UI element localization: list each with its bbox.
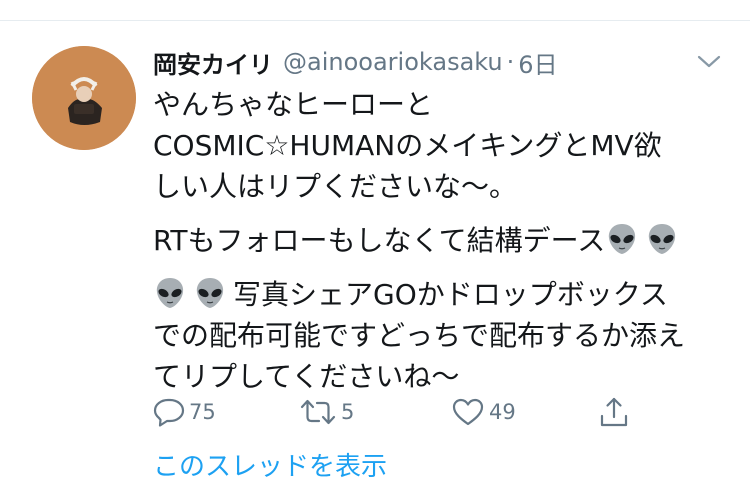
separator-dot: ·	[506, 48, 515, 76]
tweet-line: しい人はリプくださいな〜。	[153, 170, 518, 203]
reply-button[interactable]: 75	[153, 396, 216, 428]
share-icon	[599, 396, 629, 428]
tweet-header: 岡安カイリ @ainooariokasaku · 6日	[153, 44, 558, 80]
tweet-line: COSMIC☆HUMANのメイキングとMV欲	[153, 129, 662, 162]
reply-icon	[153, 397, 185, 427]
alien-emoji-group	[605, 222, 685, 256]
alien-emoji	[605, 222, 639, 256]
tweet-line: てリプしてくださいね〜	[153, 360, 460, 393]
tweet-actions: 75 5 49	[153, 396, 643, 428]
caret-down-icon[interactable]	[696, 50, 722, 72]
timestamp[interactable]: 6日	[518, 45, 557, 80]
alien-emoji	[153, 276, 187, 310]
tweet-line-text: RTもフォローもしなくて結構デース	[153, 224, 606, 257]
retweet-button[interactable]: 5	[299, 396, 354, 428]
tweet-line: 写真シェアGOかドロップボックス	[153, 274, 733, 315]
tweet-line-text: 写真シェアGOかドロップボックス	[233, 278, 668, 311]
display-name[interactable]: 岡安カイリ	[153, 45, 273, 80]
retweet-icon	[299, 397, 337, 427]
tweet-text: やんちゃなヒーローと COSMIC☆HUMANのメイキングとMV欲 しい人はリプ…	[153, 84, 733, 397]
show-thread-link[interactable]: このスレッドを表示	[153, 446, 387, 483]
tweet-paragraph: やんちゃなヒーローと COSMIC☆HUMANのメイキングとMV欲 しい人はリプ…	[153, 84, 733, 207]
user-handle[interactable]: @ainooariokasaku	[283, 48, 503, 76]
retweet-count: 5	[341, 400, 355, 424]
tweet-line: での配布可能ですどっちで配布するか添え	[153, 319, 686, 352]
tweet-line: RTもフォローもしなくて結構デース	[153, 220, 733, 261]
like-count: 49	[489, 400, 516, 424]
like-icon	[451, 397, 485, 427]
alien-emoji	[645, 222, 679, 256]
share-button[interactable]	[599, 396, 629, 428]
alien-emoji	[193, 276, 227, 310]
tweet-paragraph: 写真シェアGOかドロップボックス での配布可能ですどっちで配布するか添え てリプ…	[153, 274, 733, 397]
alien-emoji-group	[153, 276, 233, 310]
tweet-line: やんちゃなヒーローと	[153, 88, 434, 121]
top-divider	[0, 20, 750, 21]
avatar[interactable]	[32, 46, 136, 150]
reply-count: 75	[189, 400, 216, 424]
tweet-paragraph: RTもフォローもしなくて結構デース	[153, 220, 733, 261]
like-button[interactable]: 49	[451, 396, 516, 428]
